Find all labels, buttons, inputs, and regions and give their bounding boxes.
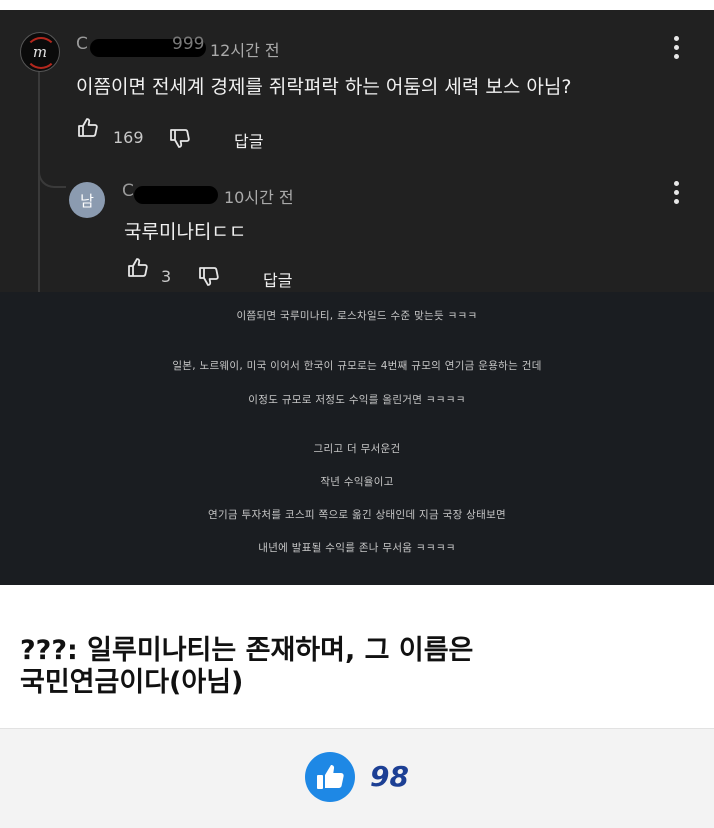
like-button[interactable] — [305, 752, 355, 802]
thread-line — [38, 70, 40, 292]
screenshot-background: m C 999 12시간 전 이쯤이면 전세계 경제를 쥐락펴락 하는 어둠의 … — [0, 10, 714, 585]
reply-button[interactable]: 답글 — [263, 267, 292, 291]
more-vert-icon[interactable] — [674, 36, 680, 63]
thumbs-up-icon — [317, 765, 344, 789]
like-count: 169 — [113, 128, 144, 147]
commenter-name-tail: 999 — [172, 34, 205, 54]
caption-line: 이정도 규모로 저정도 수익를 올린거면 ㅋㅋㅋㅋ — [248, 394, 466, 406]
reply-like-count: 3 — [161, 267, 172, 286]
thumbs-down-icon[interactable] — [168, 126, 192, 150]
thumbs-down-icon[interactable] — [197, 264, 221, 288]
more-vert-icon[interactable] — [674, 181, 680, 208]
post-title-line2: 국민연금이다(아님) — [20, 667, 244, 698]
comment-text: 이쯤이면 전세계 경제를 쥐락펴락 하는 어둠의 세력 보스 아님? — [76, 76, 572, 98]
avatar-letter: 남 — [80, 191, 94, 210]
avatar-logo: m — [32, 43, 48, 61]
reply-button[interactable]: 답글 — [234, 128, 263, 152]
reply-connector — [38, 160, 66, 188]
post-footer — [0, 728, 714, 828]
comment-section: m C 999 12시간 전 이쯤이면 전세계 경제를 쥐락펴락 하는 어둠의 … — [0, 10, 714, 292]
reply-avatar[interactable]: 남 — [69, 182, 105, 218]
comment-time[interactable]: 12시간 전 — [210, 37, 280, 61]
reply-text: 국루미나티ㄷㄷ — [124, 221, 247, 243]
thumbs-up-icon[interactable] — [76, 116, 100, 140]
caption-line: 연기금 투자처를 코스피 쪽으로 옮긴 상태인데 지금 국장 상태보면 — [207, 509, 507, 521]
caption-line: 이쯤되면 국루미나티, 로스차일드 수준 맞는듯 ㅋㅋㅋ — [236, 310, 478, 322]
caption-line: 일본, 노르웨이, 미국 이어서 한국이 규모로는 4번째 규모의 연기금 운용… — [172, 360, 542, 372]
caption-line: 작년 수익율이고 — [320, 476, 394, 488]
caption-line: 내년에 발표될 수익를 존나 무서움 ㅋㅋㅋㅋ — [258, 542, 456, 554]
thumbs-up-icon[interactable] — [126, 256, 150, 280]
redacted-name — [134, 186, 218, 204]
reply-time[interactable]: 10시간 전 — [224, 184, 294, 208]
commenter-avatar[interactable]: m — [20, 32, 60, 72]
commenter-name-visible[interactable]: C — [76, 34, 88, 54]
reply-name-visible[interactable]: C — [122, 181, 134, 201]
caption-line: 그리고 더 무서운건 — [313, 443, 401, 455]
post-like-count: 98 — [370, 760, 409, 793]
